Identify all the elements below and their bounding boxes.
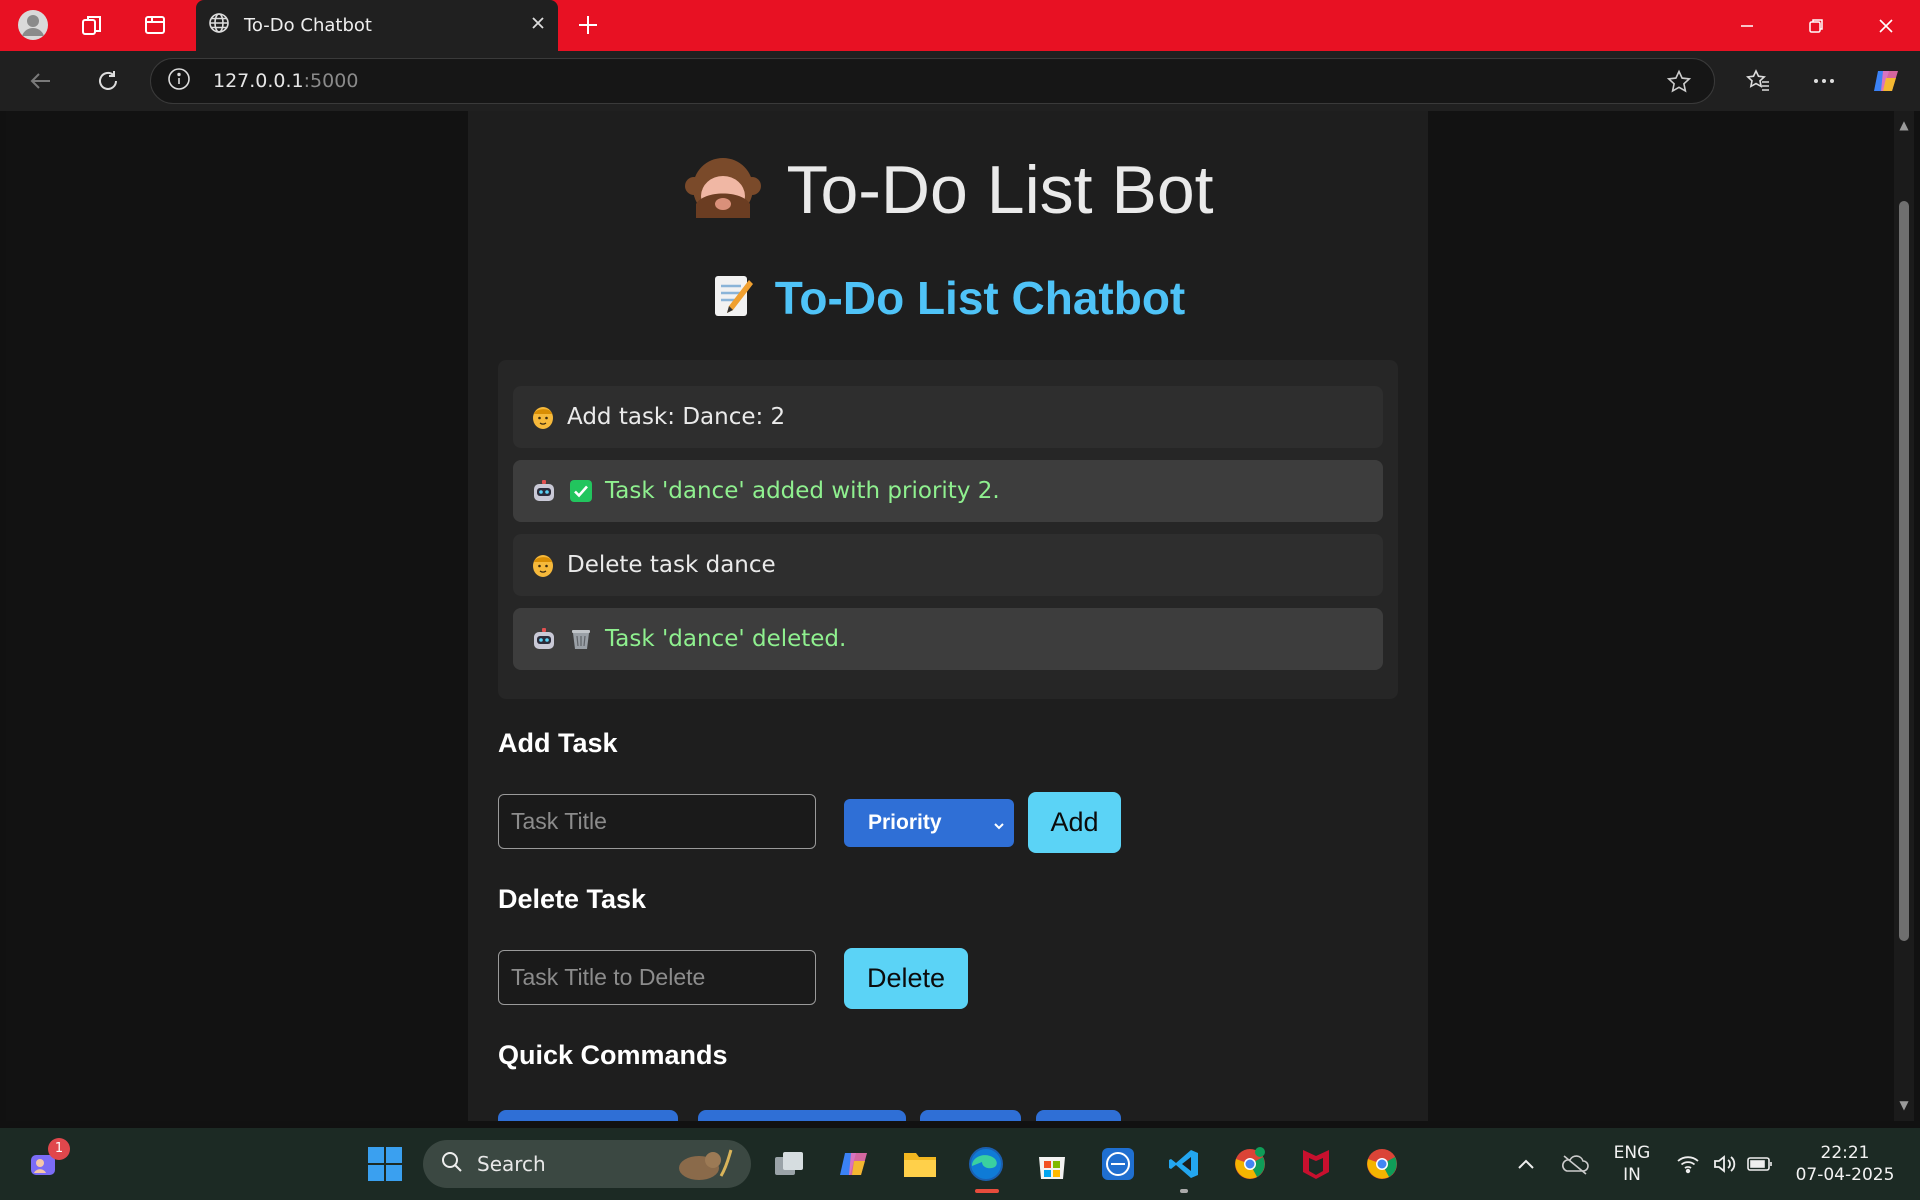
- monkey-icon: [682, 152, 764, 238]
- close-window-icon[interactable]: [1852, 0, 1920, 51]
- task-title-input[interactable]: [498, 794, 816, 849]
- check-mark-icon: [569, 479, 593, 503]
- globe-icon: [208, 12, 230, 39]
- delete-task-input[interactable]: [498, 950, 816, 1005]
- scroll-up-icon[interactable]: ▲: [1898, 119, 1910, 131]
- search-label: Search: [477, 1152, 546, 1176]
- copilot-icon[interactable]: [1864, 59, 1908, 103]
- chat-app-icon[interactable]: 1: [24, 1138, 70, 1186]
- delete-task-heading: Delete Task: [498, 884, 647, 914]
- dell-icon[interactable]: [1096, 1142, 1140, 1186]
- quick-command-button[interactable]: [498, 1110, 678, 1121]
- delete-task-button[interactable]: Delete: [844, 948, 968, 1009]
- address-bar[interactable]: 127.0.0.1:5000: [150, 58, 1715, 104]
- chat-message-text: Delete task dance: [567, 552, 776, 578]
- page-subtitle: To-Do List Chatbot: [774, 272, 1186, 324]
- robot-icon: [531, 626, 557, 652]
- chat-message-text: Add task: Dance: 2: [567, 404, 786, 430]
- favorites-icon[interactable]: [1736, 59, 1780, 103]
- user-face-icon: [531, 404, 555, 430]
- mcafee-icon[interactable]: [1294, 1142, 1338, 1186]
- page-title-row: To-Do List Bot: [468, 151, 1428, 238]
- add-task-heading: Add Task: [498, 728, 618, 758]
- wastebasket-icon: [569, 627, 593, 651]
- edge-browser-icon[interactable]: [964, 1142, 1008, 1186]
- user-face-icon: [531, 552, 555, 578]
- language-indicator[interactable]: ENG IN: [1604, 1142, 1660, 1186]
- workspaces-icon[interactable]: [71, 3, 115, 47]
- back-icon[interactable]: [19, 59, 63, 103]
- microsoft-store-icon[interactable]: [1030, 1142, 1074, 1186]
- chat-message-text: Task 'dance' deleted.: [605, 626, 847, 652]
- chat-message-bot: Task 'dance' added with priority 2.: [513, 460, 1383, 522]
- new-tab-icon[interactable]: [566, 3, 610, 47]
- chrome-profile-icon[interactable]: [1228, 1142, 1272, 1186]
- task-view-icon[interactable]: [768, 1142, 812, 1186]
- clock[interactable]: 22:21 07-04-2025: [1790, 1142, 1900, 1186]
- chevron-down-icon: [992, 815, 1006, 839]
- show-hidden-icons-icon[interactable]: [1504, 1142, 1548, 1186]
- restore-icon[interactable]: [1782, 0, 1850, 51]
- edge-active-indicator: [975, 1189, 999, 1193]
- onedrive-offline-icon[interactable]: [1553, 1142, 1597, 1186]
- minimize-icon[interactable]: [1713, 0, 1781, 51]
- quick-commands-heading: Quick Commands: [498, 1040, 728, 1070]
- region-code: IN: [1623, 1165, 1641, 1185]
- chat-message-bot: Task 'dance' deleted.: [513, 608, 1383, 670]
- windows-taskbar: 1 Search ENG IN 22:21 07-04-2025: [0, 1128, 1920, 1200]
- page-scrollbar[interactable]: ▲ ▼: [1894, 111, 1914, 1121]
- search-icon: [441, 1151, 463, 1178]
- page-viewport: To-Do List Bot To-Do List Chatbot Add ta…: [6, 111, 1894, 1121]
- chat-message-user: Add task: Dance: 2: [513, 386, 1383, 448]
- browser-toolbar: 127.0.0.1:5000: [0, 51, 1920, 111]
- copilot-taskbar-icon[interactable]: [832, 1142, 876, 1186]
- url-host: 127.0.0.1: [213, 70, 304, 92]
- chat-message-user: Delete task dance: [513, 534, 1383, 596]
- url-port: :5000: [303, 70, 359, 92]
- vscode-running-indicator: [1180, 1189, 1188, 1193]
- scroll-down-icon[interactable]: ▼: [1898, 1099, 1910, 1111]
- chrome-icon[interactable]: [1360, 1142, 1404, 1186]
- clock-date: 07-04-2025: [1795, 1165, 1895, 1185]
- add-task-button[interactable]: Add: [1028, 792, 1121, 853]
- page-title: To-Do List Bot: [786, 152, 1214, 228]
- tab-active[interactable]: To-Do Chatbot: [196, 0, 558, 51]
- close-tab-icon[interactable]: [530, 15, 546, 36]
- quick-command-button[interactable]: [698, 1110, 906, 1121]
- notification-badge: 1: [48, 1138, 70, 1160]
- taskbar-search[interactable]: Search: [423, 1140, 751, 1188]
- quick-command-button[interactable]: [1036, 1110, 1121, 1121]
- file-explorer-icon[interactable]: [898, 1142, 942, 1186]
- tab-title: To-Do Chatbot: [244, 15, 372, 36]
- more-options-icon[interactable]: [1802, 59, 1846, 103]
- search-highlight-icon: [669, 1146, 735, 1187]
- priority-select[interactable]: Priority: [844, 799, 1014, 847]
- chat-log: Add task: Dance: 2 Task 'dance' added wi…: [498, 360, 1398, 699]
- priority-select-label: Priority: [868, 811, 942, 834]
- quick-command-button[interactable]: [920, 1110, 1021, 1121]
- refresh-icon[interactable]: [86, 59, 130, 103]
- site-info-icon[interactable]: [167, 67, 191, 95]
- favorite-star-icon[interactable]: [1666, 69, 1692, 99]
- tab-actions-icon[interactable]: [133, 3, 177, 47]
- chat-message-text: Task 'dance' added with priority 2.: [605, 478, 1000, 504]
- robot-icon: [531, 478, 557, 504]
- profile-icon[interactable]: [11, 3, 55, 47]
- language-code: ENG: [1613, 1143, 1651, 1163]
- vscode-icon[interactable]: [1162, 1142, 1206, 1186]
- start-icon[interactable]: [363, 1142, 407, 1186]
- app-container: To-Do List Bot To-Do List Chatbot Add ta…: [468, 111, 1428, 1121]
- memo-icon: [711, 272, 757, 331]
- scroll-thumb[interactable]: [1899, 201, 1909, 941]
- clock-time: 22:21: [1820, 1143, 1870, 1163]
- battery-icon[interactable]: [1738, 1142, 1782, 1186]
- browser-tab-bar: To-Do Chatbot: [0, 0, 1920, 51]
- page-subtitle-row: To-Do List Chatbot: [468, 271, 1428, 331]
